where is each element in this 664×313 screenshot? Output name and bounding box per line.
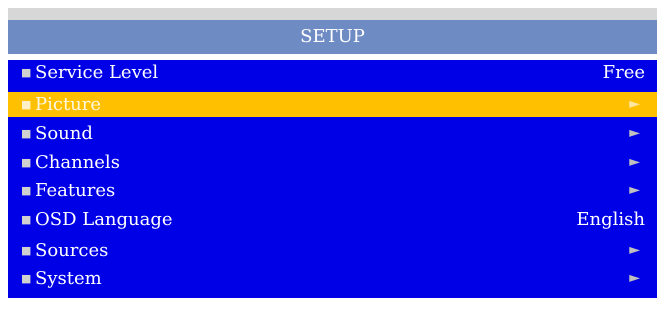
menu-item-value: English <box>576 209 645 230</box>
bullet-icon: ■ <box>21 272 32 285</box>
submenu-arrow-icon: ► <box>629 96 640 112</box>
submenu-arrow-icon: ► <box>629 154 640 170</box>
menu-item-label: System <box>35 268 102 289</box>
bullet-icon: ■ <box>21 244 32 257</box>
submenu-arrow-icon: ► <box>629 242 640 258</box>
menu-item-value: Free <box>602 62 645 83</box>
menu-item-label: Service Level <box>35 62 159 83</box>
bullet-icon: ■ <box>21 184 32 197</box>
bullet-icon: ■ <box>21 156 32 169</box>
menu-item-sound[interactable]: ■ Sound ► <box>8 121 657 146</box>
menu-item-features[interactable]: ■ Features ► <box>8 178 657 203</box>
bullet-icon: ■ <box>21 98 32 111</box>
menu-item-label: Sources <box>35 240 109 261</box>
menu-item-system[interactable]: ■ System ► <box>8 266 657 291</box>
menu-item-channels[interactable]: ■ Channels ► <box>8 150 657 175</box>
menu-item-label: OSD Language <box>35 209 173 230</box>
menu-item-service-level[interactable]: ■ Service Level Free <box>8 60 657 85</box>
menu-item-label: Channels <box>35 152 120 173</box>
top-strip <box>8 8 657 20</box>
bullet-icon: ■ <box>21 213 32 226</box>
submenu-arrow-icon: ► <box>629 270 640 286</box>
menu-title: SETUP <box>8 20 657 54</box>
setup-menu-panel: SETUP ■ Service Level Free ■ Picture ► ■… <box>8 20 657 298</box>
menu-item-osd-language[interactable]: ■ OSD Language English <box>8 207 657 232</box>
menu-item-label: Sound <box>35 123 93 144</box>
menu-item-sources[interactable]: ■ Sources ► <box>8 238 657 263</box>
bullet-icon: ■ <box>21 66 32 79</box>
submenu-arrow-icon: ► <box>629 182 640 198</box>
menu-item-picture[interactable]: ■ Picture ► <box>8 92 657 117</box>
menu-item-label: Picture <box>35 94 102 115</box>
bullet-icon: ■ <box>21 127 32 140</box>
submenu-arrow-icon: ► <box>629 125 640 141</box>
menu-item-label: Features <box>35 180 116 201</box>
